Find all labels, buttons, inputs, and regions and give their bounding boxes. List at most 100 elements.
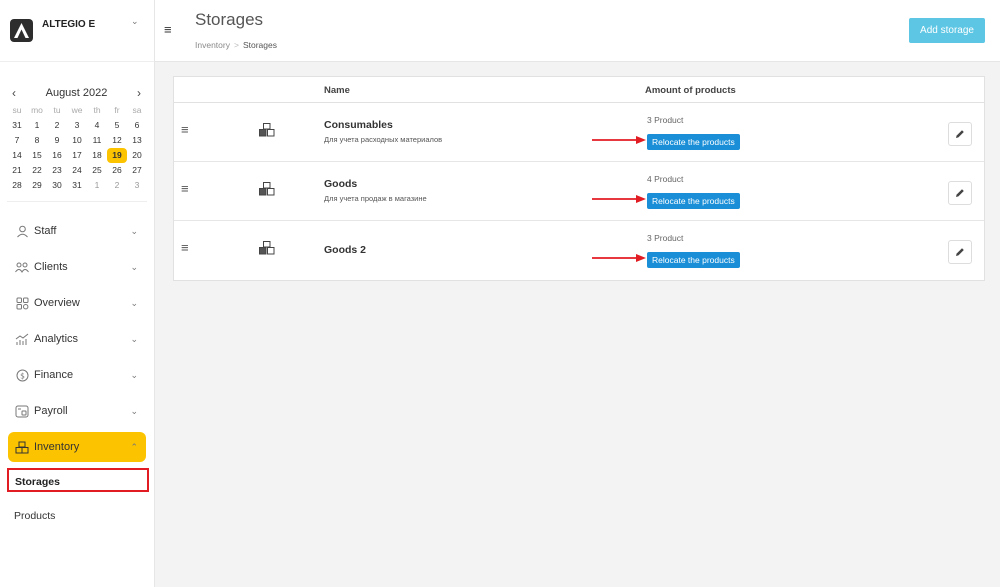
calendar-day[interactable]: 7 — [7, 133, 27, 148]
calendar-day[interactable]: 8 — [27, 133, 47, 148]
calendar-day[interactable]: 2 — [47, 118, 67, 133]
chevron-down-icon: ⌄ — [130, 406, 138, 416]
product-count: 3 Product — [647, 115, 684, 125]
pencil-icon — [956, 248, 964, 256]
storage-boxes-icon — [259, 182, 275, 201]
person-icon — [14, 223, 30, 239]
calendar-weekday: we — [71, 105, 83, 115]
drag-handle-icon[interactable]: ≡ — [181, 240, 189, 255]
storage-boxes-icon — [259, 241, 275, 260]
calendar-day[interactable]: 21 — [7, 163, 27, 178]
relocate-products-button[interactable]: Relocate the products — [647, 193, 740, 209]
nav-item-label: Clients — [34, 261, 68, 273]
nav-item-label: Finance — [34, 369, 74, 381]
chevron-down-icon: ⌄ — [130, 298, 138, 308]
chevron-down-icon: ⌄ — [130, 334, 138, 344]
main-nav: Staff ⌄ Clients ⌄ Overview ⌄ Analytics ⌄ — [0, 216, 154, 528]
inventory-icon — [14, 439, 30, 455]
edit-button[interactable] — [948, 181, 972, 205]
breadcrumb-parent-link[interactable]: Inventory — [195, 40, 230, 50]
clients-icon — [14, 259, 30, 275]
calendar-weekday: sa — [132, 105, 142, 115]
calendar-day[interactable]: 26 — [107, 163, 127, 178]
calendar-day[interactable]: 1 — [87, 178, 107, 193]
calendar-day[interactable]: 31 — [67, 178, 87, 193]
calendar-day[interactable]: 28 — [7, 178, 27, 193]
edit-button[interactable] — [948, 240, 972, 264]
calendar-day[interactable]: 5 — [107, 118, 127, 133]
pencil-icon — [956, 189, 964, 197]
calendar-day[interactable]: 13 — [127, 133, 147, 148]
calendar-day[interactable]: 12 — [107, 133, 127, 148]
calendar-day[interactable]: 25 — [87, 163, 107, 178]
next-month-icon[interactable]: › — [137, 86, 141, 100]
calendar-weekday: mo — [31, 105, 43, 115]
nav-item-label: Overview — [34, 297, 80, 309]
calendar-day[interactable]: 9 — [47, 133, 67, 148]
sidebar: ALTEGIO E ⌄ ‹ August 2022 › su mo tu we th fr… — [0, 0, 155, 587]
nav-item-finance[interactable]: $ Finance ⌄ — [8, 360, 146, 390]
storage-name: Goods 2 — [324, 244, 367, 256]
calendar-day[interactable]: 27 — [127, 163, 147, 178]
calendar-day-selected[interactable]: 19 — [107, 148, 127, 163]
prev-month-icon[interactable]: ‹ — [12, 86, 16, 100]
subnav-item-storages[interactable]: Storages — [7, 468, 149, 492]
calendar-month-label: August 2022 — [45, 87, 108, 99]
table-row: ≡ Consumables Для учета расходных матери… — [174, 103, 984, 162]
storage-name: Goods — [324, 178, 358, 190]
table-header: Name Amount of products — [174, 77, 984, 103]
calendar-day[interactable]: 15 — [27, 148, 47, 163]
edit-button[interactable] — [948, 122, 972, 146]
nav-item-label: Payroll — [34, 405, 68, 417]
calendar-day[interactable]: 29 — [27, 178, 47, 193]
calendar-day[interactable]: 31 — [7, 118, 27, 133]
table-row: ≡ Goods 2 3 Product Relocate the product… — [174, 221, 984, 280]
storages-table: Name Amount of products ≡ Consumables Дл… — [173, 76, 985, 281]
chevron-down-icon[interactable]: ⌄ — [131, 16, 139, 27]
drag-handle-icon[interactable]: ≡ — [181, 181, 189, 196]
calendar-day[interactable]: 1 — [27, 118, 47, 133]
nav-item-payroll[interactable]: Payroll ⌄ — [8, 396, 146, 426]
calendar-day[interactable]: 10 — [67, 133, 87, 148]
nav-item-label: Inventory — [34, 441, 80, 453]
menu-toggle-icon[interactable]: ≡ — [164, 22, 172, 37]
calendar-day[interactable]: 24 — [67, 163, 87, 178]
nav-item-staff[interactable]: Staff ⌄ — [8, 216, 146, 246]
calendar-day[interactable]: 11 — [87, 133, 107, 148]
calendar-day[interactable]: 3 — [127, 178, 147, 193]
drag-handle-icon[interactable]: ≡ — [181, 122, 189, 137]
chevron-down-icon: ⌄ — [130, 226, 138, 236]
calendar-day[interactable]: 16 — [47, 148, 67, 163]
calendar-day[interactable]: 17 — [67, 148, 87, 163]
altegio-logo-icon — [10, 19, 33, 42]
column-header-amount: Amount of products — [645, 85, 736, 96]
nav-item-analytics[interactable]: Analytics ⌄ — [8, 324, 146, 354]
calendar-day[interactable]: 2 — [107, 178, 127, 193]
relocate-products-button[interactable]: Relocate the products — [647, 134, 740, 150]
breadcrumb-separator: > — [233, 40, 239, 50]
product-count: 4 Product — [647, 174, 684, 184]
nav-item-inventory[interactable]: Inventory ⌃ — [8, 432, 146, 462]
relocate-products-button[interactable]: Relocate the products — [647, 252, 740, 268]
chevron-down-icon: ⌄ — [130, 370, 138, 380]
calendar-day[interactable]: 14 — [7, 148, 27, 163]
add-storage-button[interactable]: Add storage — [909, 18, 985, 43]
storage-name: Consumables — [324, 119, 393, 131]
calendar-day[interactable]: 18 — [87, 148, 107, 163]
calendar-day[interactable]: 30 — [47, 178, 67, 193]
annotation-arrow-icon — [592, 136, 646, 144]
calendar-day[interactable]: 23 — [47, 163, 67, 178]
storage-description: Для учета расходных материалов — [324, 135, 443, 144]
brand-header[interactable]: ALTEGIO E ⌄ — [0, 0, 154, 62]
calendar-day[interactable]: 3 — [67, 118, 87, 133]
breadcrumb: Inventory > Storages — [195, 40, 277, 50]
divider — [7, 201, 147, 202]
nav-item-clients[interactable]: Clients ⌄ — [8, 252, 146, 282]
subnav-item-products[interactable]: Products — [8, 504, 146, 528]
calendar-day[interactable]: 20 — [127, 148, 147, 163]
breadcrumb-current: Storages — [242, 40, 277, 50]
nav-item-overview[interactable]: Overview ⌄ — [8, 288, 146, 318]
calendar-day[interactable]: 22 — [27, 163, 47, 178]
calendar-day[interactable]: 6 — [127, 118, 147, 133]
calendar-day[interactable]: 4 — [87, 118, 107, 133]
